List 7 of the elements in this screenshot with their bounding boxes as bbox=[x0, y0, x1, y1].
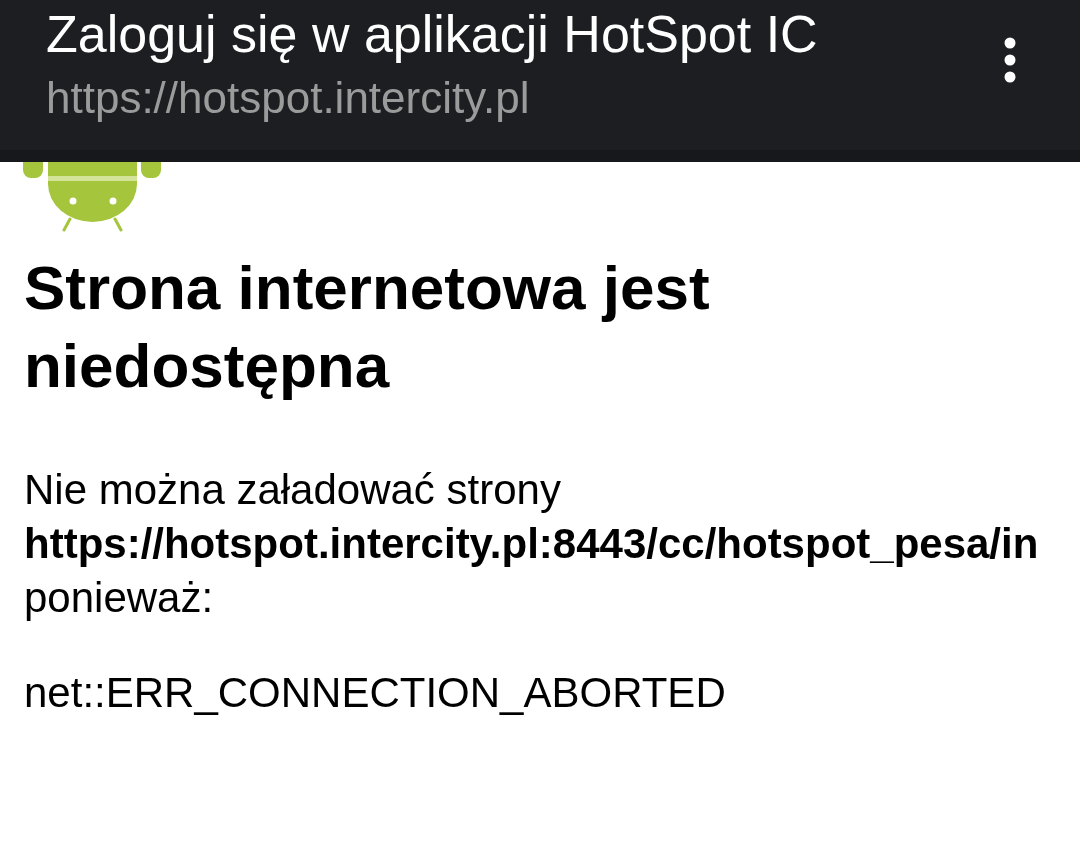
error-code: net::ERR_CONNECTION_ABORTED bbox=[24, 668, 727, 718]
error-message: Nie można załadować strony https://hotspot.intercity.pl:8443/cc/hotspot_pesa/in ponieważ: bbox=[24, 465, 1040, 623]
window-title: Zaloguj się w aplikacji HotSpot IC bbox=[46, 4, 818, 64]
robot-icon bbox=[22, 162, 162, 232]
page-url: https://hotspot.intercity.pl bbox=[46, 72, 531, 124]
more-options-icon bbox=[1004, 37, 1016, 83]
error-heading: Strona internetowa jest niedostępna bbox=[24, 252, 711, 402]
